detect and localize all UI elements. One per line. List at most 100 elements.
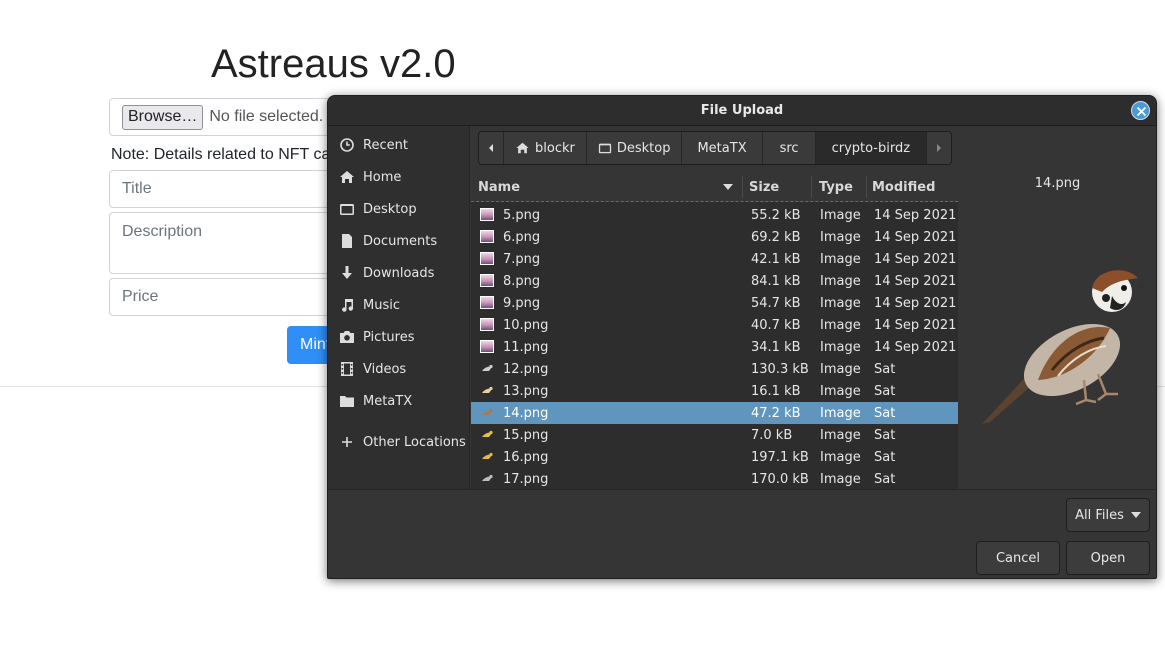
file-name: 5.png — [503, 208, 541, 223]
path-label: MetaTX — [697, 140, 747, 156]
file-name: 17.png — [503, 472, 549, 487]
sidebar-item-pictures[interactable]: Pictures — [328, 321, 470, 353]
sidebar-item-music[interactable]: Music — [328, 289, 470, 321]
path-forward-button[interactable] — [927, 132, 952, 164]
path-label: blockr — [535, 140, 575, 156]
file-modified: 14 Sep 2021 — [874, 208, 957, 223]
dialog-footer: All Files Cancel Open — [328, 489, 1156, 578]
image-thumbnail-icon — [480, 230, 494, 243]
file-row[interactable]: 9.png 54.7 kB Image 14 Sep 2021 — [471, 292, 958, 314]
sidebar-item-home[interactable]: Home — [328, 161, 470, 193]
column-type-header[interactable]: Type — [819, 180, 853, 195]
file-row[interactable]: 7.png 42.1 kB Image 14 Sep 2021 — [471, 248, 958, 270]
desktop-folder-icon — [339, 201, 355, 217]
file-type-filter[interactable]: All Files — [1066, 498, 1150, 532]
open-button[interactable]: Open — [1066, 541, 1150, 575]
browse-button[interactable]: Browse… — [122, 104, 204, 130]
file-name: 6.png — [503, 230, 541, 245]
file-row[interactable]: 6.png 69.2 kB Image 14 Sep 2021 — [471, 226, 958, 248]
sidebar-item-other-locations[interactable]: Other Locations — [328, 426, 470, 458]
sidebar-item-downloads[interactable]: Downloads — [328, 257, 470, 289]
file-row[interactable]: 16.png 197.1 kB Image Sat — [471, 446, 958, 468]
download-icon — [339, 265, 355, 281]
film-icon — [339, 361, 355, 377]
file-size: 40.7 kB — [751, 318, 801, 333]
file-size: 55.2 kB — [751, 208, 801, 223]
file-row[interactable]: 14.png 47.2 kB Image Sat — [471, 402, 958, 424]
file-size: 42.1 kB — [751, 252, 801, 267]
file-preview-pane: 14.png — [958, 172, 1156, 489]
file-size: 84.1 kB — [751, 274, 801, 289]
sidebar-label: MetaTX — [363, 393, 413, 409]
path-segment-metatx[interactable]: MetaTX — [682, 132, 763, 164]
nft-note: Note: Details related to NFT ca — [111, 146, 331, 163]
sidebar-item-videos[interactable]: Videos — [328, 353, 470, 385]
file-name: 14.png — [503, 406, 549, 421]
file-row[interactable]: 10.png 40.7 kB Image 14 Sep 2021 — [471, 314, 958, 336]
image-thumbnail-icon — [480, 208, 494, 221]
sidebar-item-recent[interactable]: Recent — [328, 129, 470, 161]
file-name: 13.png — [503, 384, 549, 399]
image-thumbnail-icon — [480, 296, 494, 309]
file-modified: Sat — [874, 450, 896, 465]
file-status-text: No file selected. — [209, 108, 324, 125]
chevron-down-icon — [1130, 512, 1141, 518]
music-icon — [339, 297, 355, 313]
dialog-titlebar: File Upload — [328, 96, 1156, 126]
file-row[interactable]: 12.png 130.3 kB Image Sat — [471, 358, 958, 380]
file-type: Image — [820, 208, 861, 223]
image-thumbnail-icon — [480, 406, 494, 419]
path-segment-crypto-birdz[interactable]: crypto-birdz — [815, 132, 928, 164]
file-upload-dialog: File Upload Recent Home Desktop Document… — [327, 95, 1157, 579]
file-modified: 14 Sep 2021 — [874, 318, 957, 333]
folder-icon — [339, 393, 355, 409]
file-modified: Sat — [874, 406, 896, 421]
sort-descending-icon — [723, 184, 733, 190]
sidebar-item-metatx[interactable]: MetaTX — [328, 385, 470, 417]
file-row[interactable]: 13.png 16.1 kB Image Sat — [471, 380, 958, 402]
file-type: Image — [820, 318, 861, 333]
sidebar-item-desktop[interactable]: Desktop — [328, 193, 470, 225]
image-thumbnail-icon — [480, 384, 494, 397]
title-placeholder: Title — [122, 180, 152, 197]
file-type: Image — [820, 472, 861, 487]
open-label: Open — [1090, 550, 1126, 566]
file-list-header: Name Size Type Modified — [471, 172, 958, 202]
path-back-button[interactable] — [479, 132, 504, 164]
sidebar-label: Documents — [363, 233, 438, 249]
preview-filename: 14.png — [1034, 176, 1081, 191]
file-type: Image — [820, 428, 861, 443]
image-thumbnail-icon — [480, 318, 494, 331]
path-segment-blockr[interactable]: blockr — [504, 132, 587, 164]
image-thumbnail-icon — [480, 428, 494, 441]
file-modified: 14 Sep 2021 — [874, 252, 957, 267]
path-bar: blockr Desktop MetaTX src crypto-birdz — [478, 131, 953, 165]
sidebar-label: Music — [363, 297, 400, 313]
path-label: src — [779, 140, 799, 156]
close-button[interactable] — [1131, 101, 1150, 120]
file-name: 11.png — [503, 340, 549, 355]
file-row[interactable]: 5.png 55.2 kB Image 14 Sep 2021 — [471, 204, 958, 226]
file-row[interactable]: 8.png 84.1 kB Image 14 Sep 2021 — [471, 270, 958, 292]
file-name: 10.png — [503, 318, 549, 333]
file-size: 54.7 kB — [751, 296, 801, 311]
file-name: 15.png — [503, 428, 549, 443]
path-segment-desktop[interactable]: Desktop — [586, 132, 683, 164]
column-name-header[interactable]: Name — [478, 180, 520, 195]
file-size: 7.0 kB — [751, 428, 793, 443]
path-segment-src[interactable]: src — [762, 132, 816, 164]
file-row[interactable]: 11.png 34.1 kB Image 14 Sep 2021 — [471, 336, 958, 358]
sidebar-item-documents[interactable]: Documents — [328, 225, 470, 257]
file-modified: Sat — [874, 384, 896, 399]
camera-icon — [339, 329, 355, 345]
column-size-header[interactable]: Size — [749, 180, 779, 195]
file-row[interactable]: 17.png 170.0 kB Image Sat — [471, 468, 958, 489]
cancel-button[interactable]: Cancel — [976, 541, 1060, 575]
sidebar-label: Downloads — [363, 265, 435, 281]
price-placeholder: Price — [122, 288, 159, 305]
column-modified-header[interactable]: Modified — [872, 180, 935, 195]
path-label: crypto-birdz — [831, 140, 911, 156]
file-row[interactable]: 15.png 7.0 kB Image Sat — [471, 424, 958, 446]
page-title: Astreaus v2.0 — [211, 42, 456, 86]
dialog-title: File Upload — [700, 103, 784, 118]
